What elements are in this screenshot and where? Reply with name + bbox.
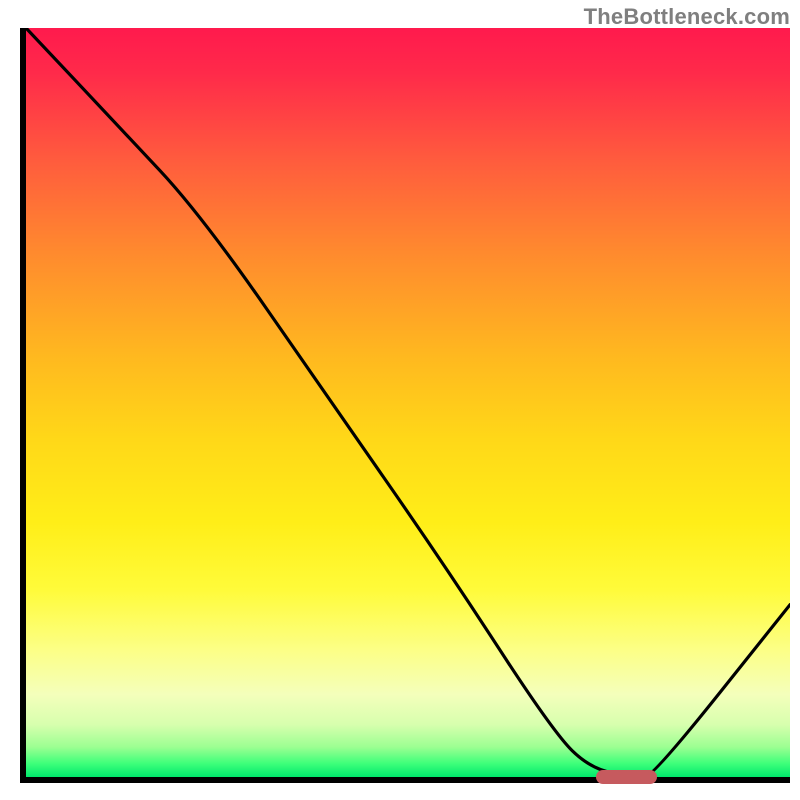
- curve-svg: [26, 28, 790, 777]
- plot-area: [20, 28, 790, 783]
- chart-container: TheBottleneck.com: [0, 0, 800, 800]
- optimal-range-marker: [596, 770, 658, 784]
- bottleneck-curve: [26, 28, 790, 777]
- watermark-text: TheBottleneck.com: [584, 4, 790, 30]
